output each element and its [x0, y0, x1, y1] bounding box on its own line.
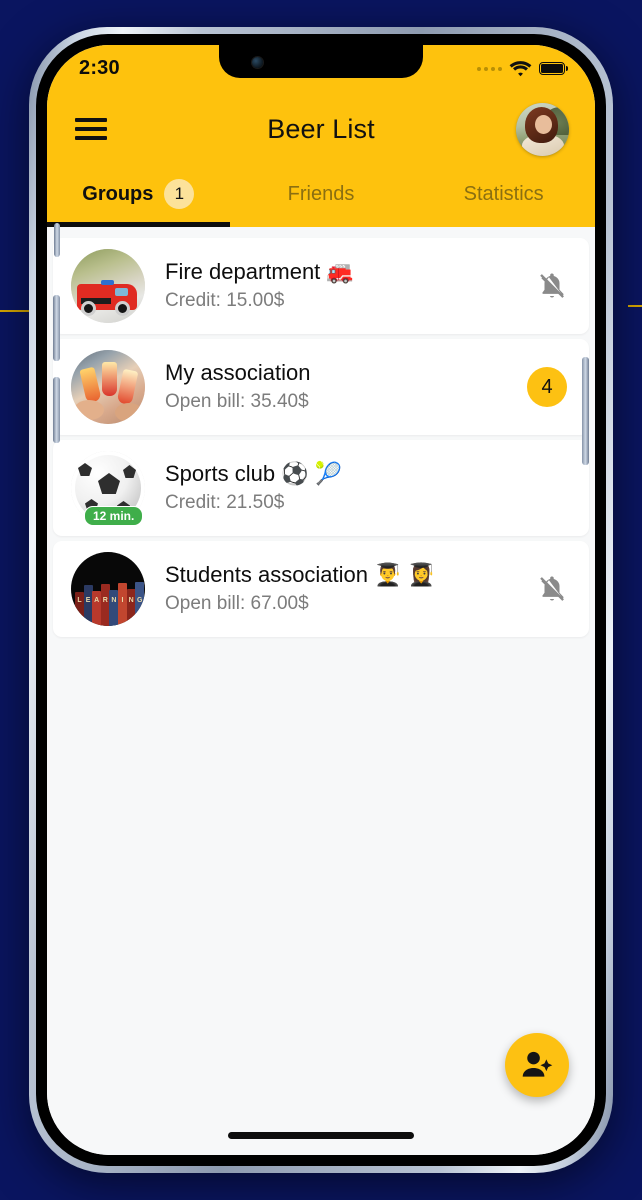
group-subtitle: Open bill: 35.40$	[165, 390, 309, 412]
table-row[interactable]: LEARNING Students association 👨‍🎓 👩‍🎓 Op…	[53, 541, 589, 637]
group-text: Students association 👨‍🎓 👩‍🎓 Open bill: …	[145, 561, 521, 616]
notch	[219, 45, 423, 78]
group-title: My association	[165, 360, 311, 386]
books-learning-photo: LEARNING	[71, 552, 145, 626]
power-button[interactable]	[582, 357, 589, 465]
table-row[interactable]: 12 min. Sports club ⚽ 🎾 Credit: 21.50$	[53, 440, 589, 536]
add-group-fab[interactable]	[505, 1033, 569, 1097]
bell-off-icon[interactable]	[537, 573, 567, 605]
fire-truck-photo	[71, 249, 145, 323]
volume-down-button[interactable]	[53, 377, 60, 443]
tab-statistics[interactable]: Statistics	[412, 167, 595, 227]
time-chip: 12 min.	[84, 506, 144, 526]
tab-groups-badge: 1	[164, 179, 195, 209]
add-person-icon	[522, 1051, 553, 1077]
group-trailing	[521, 573, 567, 605]
group-title: Sports club ⚽ 🎾	[165, 461, 343, 487]
group-subtitle: Open bill: 67.00$	[165, 592, 309, 614]
group-subtitle: Credit: 15.00$	[165, 289, 285, 311]
group-text: My association Open bill: 35.40$	[145, 359, 521, 414]
signal-dots-icon	[477, 66, 502, 71]
status-bar-time: 2:30	[79, 57, 120, 79]
group-list: Fire department 🚒 Credit: 15.00$ My asso…	[47, 227, 595, 1155]
group-title: Fire department 🚒	[165, 259, 354, 285]
profile-avatar[interactable]	[516, 102, 569, 156]
group-thumbnail-wrap: 12 min.	[71, 451, 145, 526]
group-subtitle: Credit: 21.50$	[165, 491, 285, 513]
front-camera-icon	[252, 57, 263, 68]
unread-count-badge[interactable]: 4	[527, 367, 567, 407]
status-bar-icons	[477, 57, 569, 77]
phone-bezel: 2:30 Beer List Groups 1 Friends Statisti…	[36, 34, 606, 1166]
phone-frame: 2:30 Beer List Groups 1 Friends Statisti…	[29, 27, 613, 1173]
group-trailing: 4	[521, 367, 567, 407]
mute-switch-button[interactable]	[54, 223, 60, 257]
group-text: Sports club ⚽ 🎾 Credit: 21.50$	[145, 460, 521, 515]
group-thumbnail-wrap	[71, 350, 145, 424]
volume-up-button[interactable]	[53, 295, 60, 361]
tab-friends-label: Friends	[287, 182, 355, 205]
table-row[interactable]: Fire department 🚒 Credit: 15.00$	[53, 238, 589, 334]
hamburger-menu-icon[interactable]	[75, 118, 107, 140]
table-row[interactable]: My association Open bill: 35.40$ 4	[53, 339, 589, 435]
page-title: Beer List	[267, 113, 375, 144]
group-trailing	[521, 270, 567, 302]
group-title: Students association 👨‍🎓 👩‍🎓	[165, 562, 436, 588]
app-bar: Beer List	[47, 91, 595, 167]
home-indicator	[228, 1132, 414, 1139]
guide-line-right	[628, 305, 642, 307]
tab-friends[interactable]: Friends	[230, 167, 413, 227]
wifi-icon	[509, 61, 532, 77]
group-thumbnail-wrap	[71, 249, 145, 323]
tab-statistics-label: Statistics	[463, 182, 544, 205]
bell-off-icon[interactable]	[537, 270, 567, 302]
phone-screen: 2:30 Beer List Groups 1 Friends Statisti…	[47, 45, 595, 1155]
tab-groups[interactable]: Groups 1	[47, 167, 230, 227]
battery-full-icon	[539, 62, 569, 75]
group-text: Fire department 🚒 Credit: 15.00$	[145, 258, 521, 313]
tab-bar: Groups 1 Friends Statistics	[47, 167, 595, 227]
cheers-drinks-photo	[71, 350, 145, 424]
group-thumbnail-wrap: LEARNING	[71, 552, 145, 626]
tab-groups-label: Groups	[82, 182, 154, 205]
